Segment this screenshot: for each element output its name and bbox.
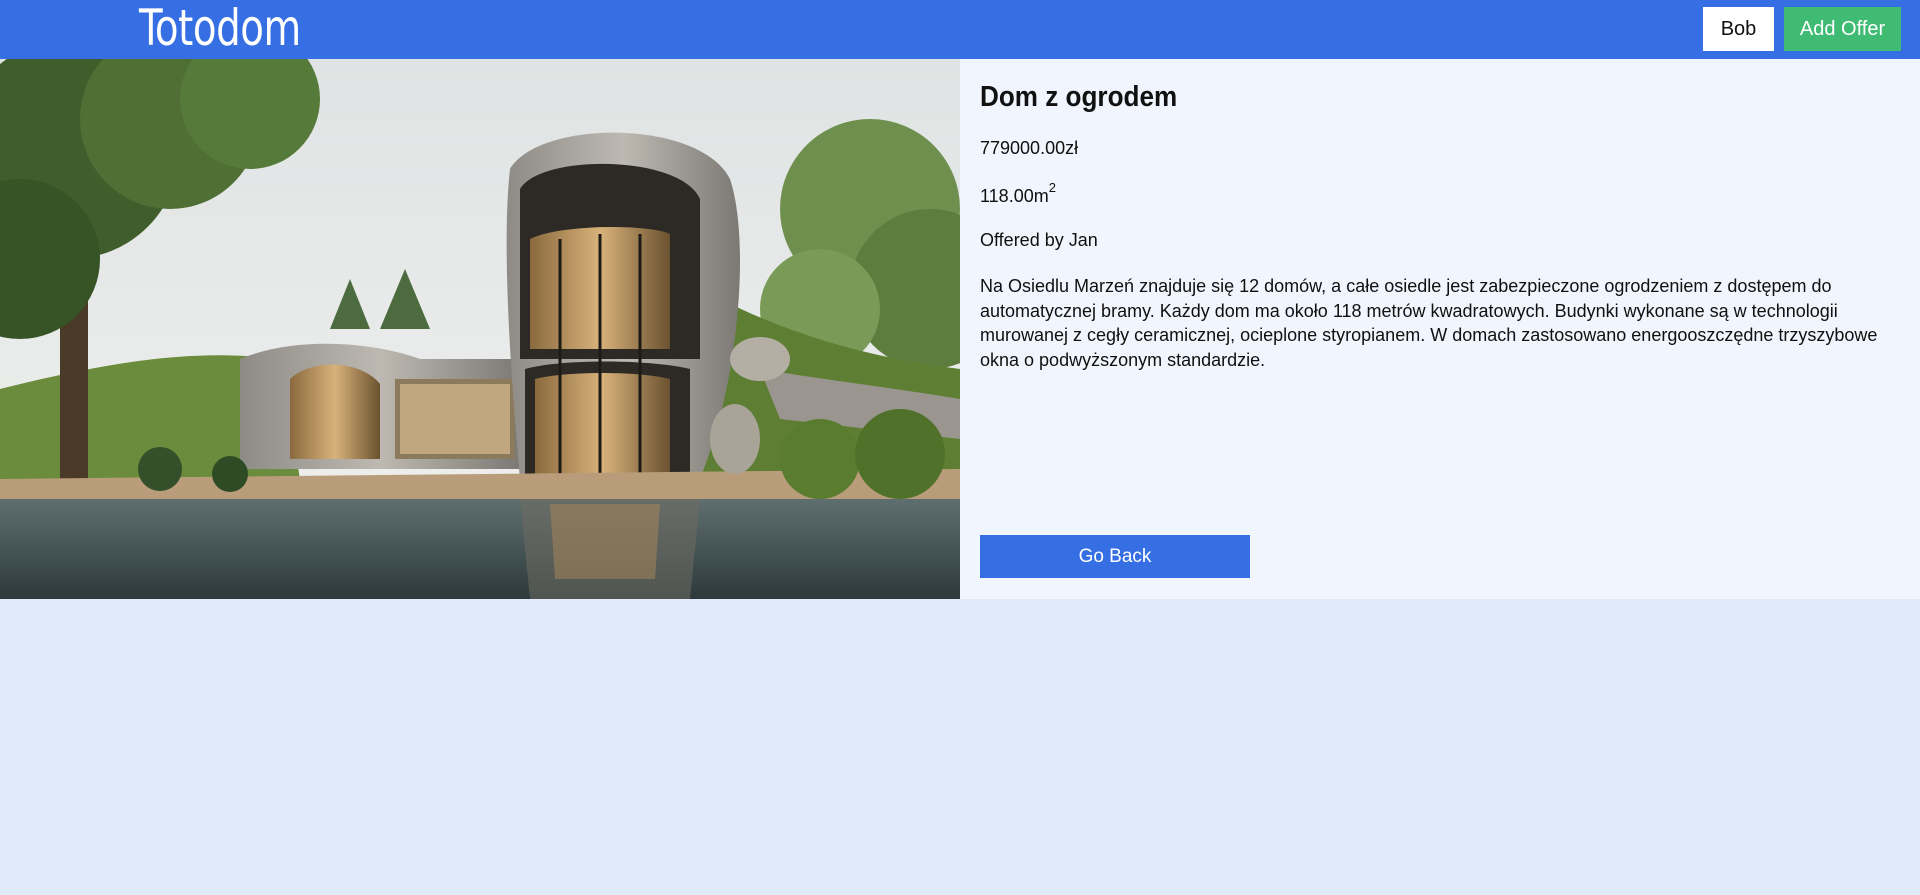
- offer-seller: Offered by Jan: [980, 230, 1098, 250]
- navbar: Totodom Bob Add Offer: [0, 0, 1920, 59]
- offer-description: Na Osiedlu Marzeń znajduje się 12 domów,…: [980, 276, 1878, 370]
- user-button[interactable]: Bob: [1703, 7, 1774, 51]
- offer-price: 779000.00zł: [980, 138, 1079, 158]
- add-offer-button[interactable]: Add Offer: [1784, 7, 1901, 51]
- offer-title: Dom z ogrodem: [980, 81, 1178, 113]
- offer-area: 118.00m2: [980, 180, 1056, 207]
- go-back-button[interactable]: Go Back: [980, 535, 1250, 578]
- offer-area-exponent: 2: [1048, 180, 1056, 195]
- brand-logo[interactable]: Totodom: [139, 0, 301, 59]
- offer-detail: Dom z ogrodem 779000.00zł 118.00m2 Offer…: [0, 59, 1920, 599]
- property-photo: [0, 59, 960, 599]
- offer-area-value: 118.00m: [980, 186, 1049, 206]
